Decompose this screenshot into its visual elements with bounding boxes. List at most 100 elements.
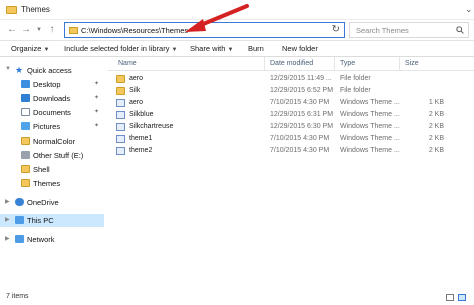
sidebar-item-shell[interactable]: Shell (0, 163, 104, 176)
pin-icon[interactable]: ✦ (94, 80, 99, 87)
file-row[interactable]: Silk 12/29/2015 6:52 PM File folder (108, 86, 474, 97)
column-divider[interactable] (264, 57, 265, 71)
sidebar-item-normalcolor[interactable]: NormalColor (0, 135, 104, 148)
organize-button[interactable]: Organize ▼ (11, 44, 49, 53)
chevron-down-icon: ▼ (171, 47, 178, 53)
file-date: 7/10/2015 4:30 PM (270, 135, 330, 142)
documents-icon (21, 108, 30, 116)
organize-label: Organize (11, 44, 42, 53)
computer-icon (15, 216, 24, 224)
sidebar-item-this-pc[interactable]: ▶ This PC (0, 214, 104, 227)
new-folder-button[interactable]: New folder (282, 44, 318, 53)
title-bar: Themes ⌄ (0, 0, 474, 20)
network-icon (15, 235, 24, 243)
sidebar-item-label: NormalColor (33, 137, 76, 146)
chevron-right-icon[interactable]: ▶ (5, 198, 10, 205)
window-title: Themes (21, 5, 50, 14)
folder-icon (21, 137, 30, 145)
command-bar: Organize ▼ Include selected folder in lib… (0, 41, 474, 57)
file-date: 7/10/2015 4:30 PM (270, 99, 330, 106)
folder-icon (116, 75, 125, 83)
column-header-type[interactable]: Type (340, 60, 355, 67)
burn-button[interactable]: Burn (248, 44, 264, 53)
address-path[interactable]: C:\Windows\Resources\Themes (81, 26, 188, 35)
share-with-label: Share with (190, 44, 226, 53)
chevron-down-icon[interactable]: ▼ (5, 66, 11, 72)
column-header-name[interactable]: Name (118, 60, 137, 67)
file-type: File folder (340, 75, 371, 82)
search-placeholder[interactable]: Search Themes (356, 26, 409, 35)
forward-button[interactable]: → (20, 24, 32, 36)
search-icon[interactable] (456, 26, 464, 34)
file-type: Windows Theme ... (340, 99, 400, 106)
pin-icon[interactable]: ✦ (94, 108, 99, 115)
file-date: 12/29/2015 11:49 ... (270, 75, 332, 82)
file-name: theme1 (129, 135, 153, 142)
sidebar-item-network[interactable]: ▶ Network (0, 233, 104, 246)
sidebar-item-desktop[interactable]: Desktop ✦ (0, 78, 104, 91)
sidebar-item-quick-access[interactable]: ▼ ★ Quick access (0, 64, 104, 77)
include-in-library-button[interactable]: Include selected folder in library ▼ (64, 44, 177, 53)
status-bar: 7 items (0, 290, 474, 305)
file-row[interactable]: theme2 7/10/2015 4:30 PM Windows Theme .… (108, 146, 474, 157)
file-name: aero (129, 99, 144, 106)
ribbon-expand-icon[interactable]: ⌄ (465, 4, 473, 15)
share-with-button[interactable]: Share with ▼ (190, 44, 233, 53)
file-row[interactable]: aero 12/29/2015 11:49 ... File folder (108, 74, 474, 85)
chevron-down-icon: ▼ (43, 47, 50, 53)
search-input[interactable]: Search Themes (349, 22, 469, 38)
sidebar-item-documents[interactable]: Documents ✦ (0, 106, 104, 119)
file-type: Windows Theme ... (340, 111, 400, 118)
folder-icon (6, 6, 17, 14)
large-icons-view-icon[interactable] (458, 294, 466, 301)
theme-file-icon (116, 147, 125, 155)
file-date: 12/29/2015 6:30 PM (270, 123, 334, 130)
column-headers: Name Date modified Type Size (108, 57, 474, 71)
drive-icon (21, 151, 30, 159)
sidebar-item-onedrive[interactable]: ▶ OneDrive (0, 196, 104, 209)
file-size: 1 KB (428, 99, 444, 106)
sidebar-item-label: Shell (33, 165, 50, 174)
address-bar[interactable]: C:\Windows\Resources\Themes ↻ (64, 22, 345, 38)
sidebar-item-downloads[interactable]: Downloads ✦ (0, 92, 104, 105)
download-icon (21, 94, 30, 102)
sidebar-item-themes[interactable]: Themes (0, 177, 104, 190)
file-row[interactable]: theme1 7/10/2015 4:30 PM Windows Theme .… (108, 134, 474, 145)
file-row[interactable]: Silkchartreuse 12/29/2015 6:30 PM Window… (108, 122, 474, 133)
chevron-right-icon[interactable]: ▶ (5, 216, 10, 223)
chevron-right-icon[interactable]: ▶ (5, 235, 10, 242)
column-divider[interactable] (334, 57, 335, 71)
include-in-library-label: Include selected folder in library (64, 44, 170, 53)
file-list: Name Date modified Type Size aero 12/29/… (108, 57, 474, 290)
sidebar-item-other-stuff[interactable]: Other Stuff (E:) (0, 149, 104, 162)
chevron-down-icon: ▼ (227, 47, 234, 53)
back-button[interactable]: ← (6, 24, 18, 36)
sidebar-item-label: Other Stuff (E:) (33, 151, 84, 160)
file-name: theme2 (129, 147, 153, 154)
theme-file-icon (116, 135, 125, 143)
item-count: 7 items (6, 293, 29, 300)
details-view-icon[interactable] (446, 294, 454, 301)
file-name: Silkblue (129, 111, 154, 118)
up-button[interactable]: ↑ (46, 24, 58, 36)
column-divider[interactable] (399, 57, 400, 71)
column-header-size[interactable]: Size (405, 60, 419, 67)
file-row[interactable]: Silkblue 12/29/2015 6:31 PM Windows Them… (108, 110, 474, 121)
pin-icon[interactable]: ✦ (94, 122, 99, 129)
recent-locations-chevron-icon[interactable]: ▼ (33, 24, 45, 36)
sidebar-item-label: Downloads (33, 94, 71, 103)
address-row: ← → ▼ ↑ C:\Windows\Resources\Themes ↻ Se… (0, 20, 474, 41)
column-header-date[interactable]: Date modified (270, 60, 313, 67)
file-name: Silk (129, 87, 141, 94)
file-size: 2 KB (428, 123, 444, 130)
file-row[interactable]: aero 7/10/2015 4:30 PM Windows Theme ...… (108, 98, 474, 109)
pin-icon[interactable]: ✦ (94, 94, 99, 101)
file-name: Silkchartreuse (129, 123, 174, 130)
sidebar-item-pictures[interactable]: Pictures ✦ (0, 120, 104, 133)
navigation-pane: ▼ ★ Quick access Desktop ✦ Downloads ✦ D… (0, 57, 108, 290)
refresh-icon[interactable]: ↻ (332, 24, 340, 35)
sidebar-item-label: Desktop (33, 80, 61, 89)
sidebar-item-label: Quick access (27, 66, 72, 75)
theme-file-icon (116, 99, 125, 107)
sidebar-item-label: OneDrive (27, 198, 59, 207)
